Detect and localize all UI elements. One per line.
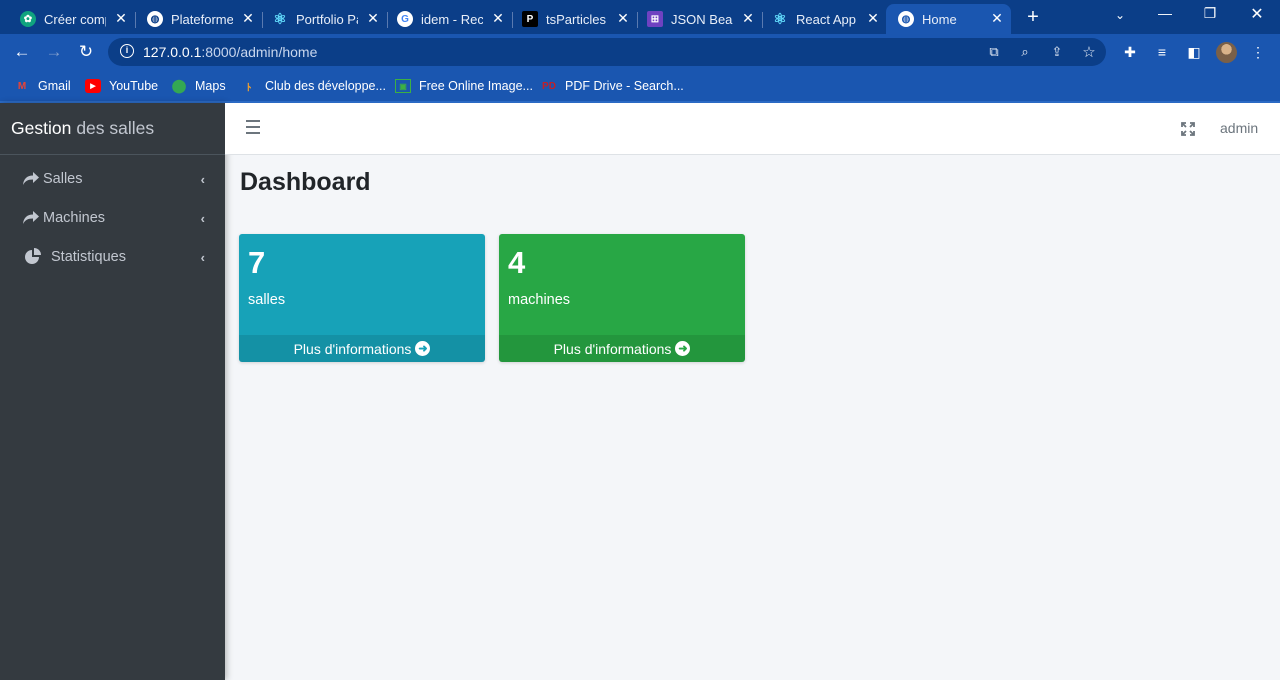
browser-tab-active[interactable]: ◍ Home ✕: [886, 4, 1011, 34]
browser-tab[interactable]: ⚛ Portfolio Pa ✕: [252, 4, 388, 34]
minimize-icon[interactable]: —: [1155, 5, 1175, 21]
react-icon: ⚛: [273, 11, 287, 28]
tab-search-icon[interactable]: ⌄: [1110, 8, 1130, 22]
browser-tab[interactable]: G idem - Rech ✕: [377, 4, 513, 34]
chevron-left-icon: ‹: [200, 210, 205, 226]
bookmark-gmail[interactable]: M Gmail: [14, 77, 71, 95]
share-icon: [22, 209, 40, 227]
gmail-icon: M: [17, 80, 27, 92]
bookmarks-bar: M Gmail ▶ YouTube ⬤ Maps ﾄ Club des déve…: [0, 70, 1280, 101]
stat-label: salles: [248, 292, 286, 308]
globe-icon: ◍: [898, 11, 914, 27]
reload-icon[interactable]: ↻: [75, 41, 97, 63]
user-menu[interactable]: admin: [1220, 120, 1258, 136]
close-window-icon[interactable]: ✕: [1247, 4, 1267, 24]
side-panel-icon[interactable]: ◧: [1184, 42, 1204, 62]
extensions-icon[interactable]: ✚: [1120, 42, 1140, 62]
stat-value: 7: [248, 245, 266, 280]
profile-avatar[interactable]: [1216, 42, 1237, 63]
site-info-icon[interactable]: i: [120, 44, 134, 58]
menu-toggle-icon[interactable]: [246, 120, 260, 134]
media-controls-icon[interactable]: ≡: [1152, 42, 1172, 62]
sidebar-item-salles[interactable]: Salles ‹: [0, 161, 225, 197]
browser-tab[interactable]: P tsParticles | ✕: [502, 4, 638, 34]
share-icon: [22, 170, 40, 188]
translate-icon[interactable]: ⧉: [985, 43, 1003, 61]
youtube-icon: ▶: [85, 79, 101, 93]
bookmark-pdf-drive[interactable]: PD PDF Drive - Search...: [541, 77, 684, 95]
share-page-icon[interactable]: ⇪: [1048, 43, 1066, 61]
pie-chart-icon: [24, 248, 42, 266]
address-bar[interactable]: i 127.0.0.1:8000/admin/home ⧉ ⌕ ⇪ ☆: [108, 38, 1106, 66]
arrow-circle-right-icon: ➜: [675, 341, 691, 356]
more-info-link[interactable]: Plus d'informations ➜: [239, 335, 485, 362]
bookmark-free-image[interactable]: ▣ Free Online Image...: [395, 77, 533, 95]
menu-kebab-icon[interactable]: ⋮: [1248, 42, 1268, 62]
globe-icon: ◍: [147, 11, 163, 27]
close-tab-icon[interactable]: ✕: [865, 10, 881, 26]
close-tab-icon[interactable]: ✕: [989, 10, 1005, 26]
zoom-icon[interactable]: ⌕: [1016, 43, 1034, 61]
stat-box-salles: 7 salles Plus d'informations ➜: [239, 234, 485, 362]
sidebar-item-machines[interactable]: Machines ‹: [0, 200, 225, 236]
chevron-left-icon: ‹: [200, 171, 205, 187]
chevron-left-icon: ‹: [200, 249, 205, 265]
url-text[interactable]: 127.0.0.1:8000/admin/home: [143, 44, 317, 60]
google-icon: G: [397, 11, 413, 27]
bookmark-club-dev[interactable]: ﾄ Club des développe...: [241, 77, 386, 95]
bookmark-star-icon[interactable]: ☆: [1080, 43, 1098, 61]
browser-tab[interactable]: ✿ Créer comp ✕: [0, 4, 136, 34]
chatgpt-icon: ✿: [20, 11, 36, 27]
bookmark-youtube[interactable]: ▶ YouTube: [85, 77, 158, 95]
club-dev-icon: ﾄ: [246, 82, 252, 94]
browser-tab[interactable]: ◍ Plateforme ✕: [127, 4, 263, 34]
image-icon: ▣: [395, 79, 411, 93]
browser-tab[interactable]: ⊞ JSON Beauti ✕: [627, 4, 763, 34]
browser-tab-bar: ✿ Créer comp ✕ ◍ Plateforme ✕ ⚛ Portfoli…: [0, 0, 1280, 34]
page-title: Dashboard: [240, 168, 371, 196]
bookmark-maps[interactable]: ⬤ Maps: [171, 77, 226, 95]
new-tab-button[interactable]: +: [1022, 6, 1044, 29]
back-icon[interactable]: ←: [11, 41, 33, 63]
forward-icon[interactable]: →: [43, 41, 65, 63]
browser-tab[interactable]: ⚛ React App ✕: [752, 4, 887, 34]
stat-box-machines: 4 machines Plus d'informations ➜: [499, 234, 745, 362]
browser-toolbar: ← → ↻ i 127.0.0.1:8000/admin/home ⧉ ⌕ ⇪ …: [0, 34, 1280, 70]
sidebar: Gestion des salles Salles ‹ Machines ‹ S…: [0, 103, 225, 680]
brand-link[interactable]: Gestion des salles: [0, 103, 225, 155]
tsparticles-icon: P: [522, 11, 538, 27]
react-icon: ⚛: [773, 11, 787, 28]
stat-value: 4: [508, 245, 526, 280]
json-icon: ⊞: [647, 11, 663, 27]
stat-label: machines: [508, 292, 571, 308]
arrow-circle-right-icon: ➜: [415, 341, 431, 356]
pdf-drive-icon: PD: [542, 80, 556, 92]
restore-icon[interactable]: ❐: [1200, 5, 1220, 22]
more-info-link[interactable]: Plus d'informations ➜: [499, 335, 745, 362]
fullscreen-icon[interactable]: [1178, 119, 1198, 139]
top-navbar: admin: [225, 103, 1280, 155]
maps-icon: ⬤: [171, 78, 187, 93]
sidebar-item-statistiques[interactable]: Statistiques ‹: [0, 239, 225, 275]
